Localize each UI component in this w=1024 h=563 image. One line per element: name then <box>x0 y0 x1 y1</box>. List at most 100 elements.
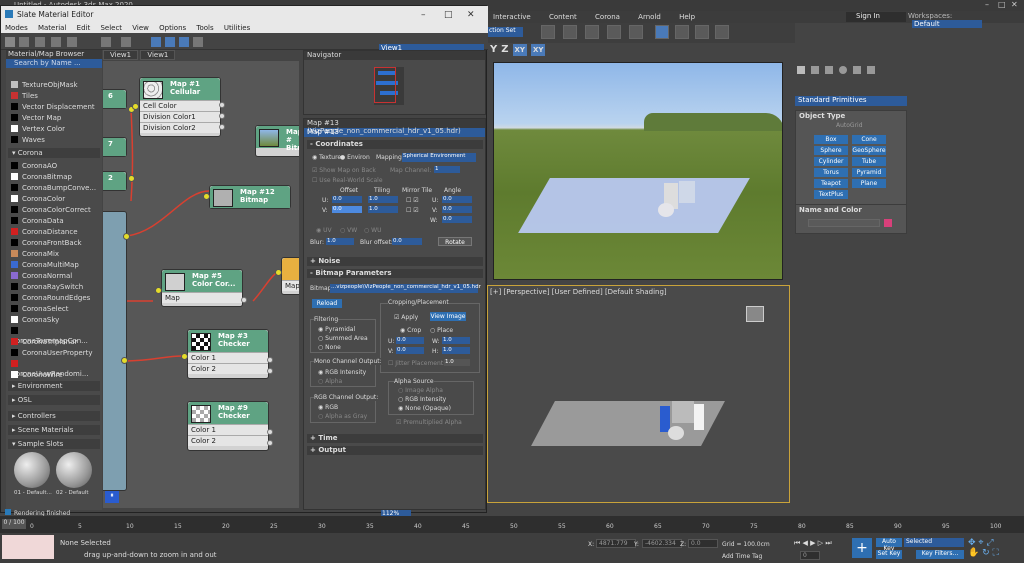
node-slot[interactable]: Color 1 <box>188 352 268 363</box>
section-scene-materials[interactable]: ▸ Scene Materials <box>8 425 100 435</box>
node-slot[interactable]: Color 2 <box>188 363 268 374</box>
background-icon[interactable] <box>121 37 131 47</box>
command-panel-tabs[interactable] <box>793 62 1024 76</box>
node-map3-checker[interactable]: Map #3 Checker Color 1 Color 2 <box>187 329 269 379</box>
node-slot[interactable]: Color 2 <box>188 435 268 446</box>
rgb-radio[interactable]: ◉ RGB <box>318 404 338 411</box>
node-map9-checker[interactable]: Map #9 Checker Color 1 Color 2 <box>187 401 269 451</box>
viewport-label[interactable]: [+] [Perspective] [User Defined] [Defaul… <box>490 288 667 296</box>
minimize-icon[interactable]: – <box>421 10 426 20</box>
motion-tab-icon[interactable] <box>839 66 847 74</box>
u-mirror-checkbox[interactable]: ☐ ☑ <box>406 197 419 204</box>
viewport-rendered[interactable] <box>493 62 783 280</box>
summed-area-radio[interactable]: ○ Summed Area <box>318 335 368 342</box>
display-tab-icon[interactable] <box>853 66 861 74</box>
output-port[interactable] <box>128 175 135 182</box>
nav-view-rect[interactable] <box>374 67 396 103</box>
list-item[interactable]: CoronaBitmap <box>11 172 97 182</box>
toolbar-button[interactable] <box>607 25 621 39</box>
real-world-checkbox[interactable]: ☐ Use Real-World Scale <box>312 177 383 184</box>
output-port[interactable] <box>155 287 162 294</box>
map-channel-input[interactable]: 1 <box>434 166 460 173</box>
menu-options[interactable]: Options <box>155 23 190 33</box>
x-coordinate-input[interactable]: 4871.779 <box>596 539 636 548</box>
list-item[interactable]: CoronaRoundEdges <box>11 293 97 303</box>
crop-radio[interactable]: ◉ Crop <box>400 327 421 334</box>
time-rollout[interactable]: + Time <box>307 434 483 443</box>
box-button[interactable]: Box <box>814 135 848 144</box>
teapot-render-icon[interactable] <box>695 25 709 39</box>
maxscript-listener[interactable] <box>2 535 54 559</box>
utilities-tab-icon[interactable] <box>867 66 875 74</box>
material-node[interactable]: 7 <box>103 137 127 157</box>
material-map-browser-icon[interactable] <box>179 37 189 47</box>
jitter-checkbox[interactable]: ☐ Jitter Placement: <box>388 360 445 367</box>
input-port[interactable] <box>241 297 247 303</box>
maximize-icon[interactable]: □ <box>998 0 1006 9</box>
jitter-input[interactable]: 1.0 <box>444 359 470 366</box>
crop-v-input[interactable]: 0.0 <box>396 347 424 354</box>
pyramid-button[interactable]: Pyramid <box>852 168 886 177</box>
z-coordinate-input[interactable]: 0.0 <box>688 539 718 548</box>
teapot-render-icon[interactable] <box>675 25 689 39</box>
menu-content[interactable]: Content <box>541 11 585 23</box>
plane-button[interactable]: Plane <box>852 179 886 188</box>
tab-view1-b[interactable]: View1 <box>140 50 176 60</box>
noise-rollout[interactable]: + Noise <box>307 257 483 266</box>
texture-radio[interactable]: ◉ Texture <box>312 154 341 161</box>
node-slot[interactable]: Color 1 <box>188 424 268 435</box>
playback-controls[interactable]: ⏮ ◀ ▶ ▷ ⏭ <box>794 539 844 549</box>
node-slot[interactable]: Map <box>162 292 242 303</box>
toolbar-button[interactable] <box>585 25 599 39</box>
teapot-render-icon[interactable] <box>715 25 729 39</box>
menu-arnold[interactable]: Arnold <box>630 11 669 23</box>
put-material-icon[interactable] <box>35 37 45 47</box>
torus-button[interactable]: Torus <box>814 168 848 177</box>
tab-view1[interactable]: View1 <box>103 50 139 60</box>
teapot-button[interactable]: Teapot <box>814 179 848 188</box>
output-port[interactable] <box>275 269 282 276</box>
object-color-swatch[interactable] <box>884 219 892 227</box>
menu-tools[interactable]: Tools <box>192 23 217 33</box>
delete-icon[interactable] <box>67 37 77 47</box>
selected-dropdown[interactable]: Selected <box>904 538 964 547</box>
input-port[interactable] <box>267 368 273 374</box>
u-offset-input[interactable]: 0.0 <box>332 196 362 203</box>
textplus-button[interactable]: TextPlus <box>814 190 848 199</box>
menu-view[interactable]: View <box>128 23 153 33</box>
image-alpha-radio[interactable]: ○ Image Alpha <box>398 387 443 394</box>
rotate-button[interactable]: Rotate <box>438 237 472 246</box>
section-environment[interactable]: ▸ Environment <box>8 381 100 391</box>
vw-radio[interactable]: ○ VW <box>340 227 357 234</box>
sample-slot-2[interactable] <box>56 452 92 488</box>
minimize-icon[interactable]: – <box>985 0 989 9</box>
bitmap-parameters-rollout[interactable]: - Bitmap Parameters <box>307 269 483 278</box>
crop-h-input[interactable]: 1.0 <box>442 347 470 354</box>
input-port[interactable] <box>267 357 273 363</box>
select-tool-icon[interactable] <box>5 37 15 47</box>
list-item[interactable]: Waves <box>11 135 97 145</box>
axis-y[interactable]: Y <box>490 44 497 55</box>
window-controls[interactable]: – □ ✕ <box>985 0 1024 11</box>
viewport-perspective[interactable] <box>487 285 790 503</box>
list-item[interactable]: Tiles <box>11 91 97 101</box>
viewcube-icon[interactable] <box>746 306 764 322</box>
node-map-bitmap-partial[interactable]: Map #Bitm <box>255 125 299 157</box>
parameter-editor-icon[interactable] <box>193 37 203 47</box>
object-name-input[interactable] <box>808 219 880 227</box>
show-map-icon[interactable] <box>101 37 111 47</box>
list-item[interactable]: Vector Map <box>11 113 97 123</box>
axis-xy[interactable]: XY <box>512 44 527 56</box>
menu-help[interactable]: Help <box>671 11 703 23</box>
toolbar-button-active[interactable] <box>655 25 669 39</box>
menu-interactive[interactable]: Interactive <box>485 11 539 23</box>
cylinder-button[interactable]: Cylinder <box>814 157 848 166</box>
section-corona[interactable]: ▾ Corona <box>8 148 100 158</box>
input-port[interactable] <box>267 429 273 435</box>
menu-edit[interactable]: Edit <box>73 23 95 33</box>
list-item[interactable]: TextureObjMask <box>11 80 97 90</box>
tube-button[interactable]: Tube <box>852 157 886 166</box>
view-image-button[interactable]: View Image <box>430 312 466 321</box>
v-angle-input[interactable]: 0.0 <box>442 206 472 213</box>
set-key-icon[interactable]: + <box>852 538 872 558</box>
